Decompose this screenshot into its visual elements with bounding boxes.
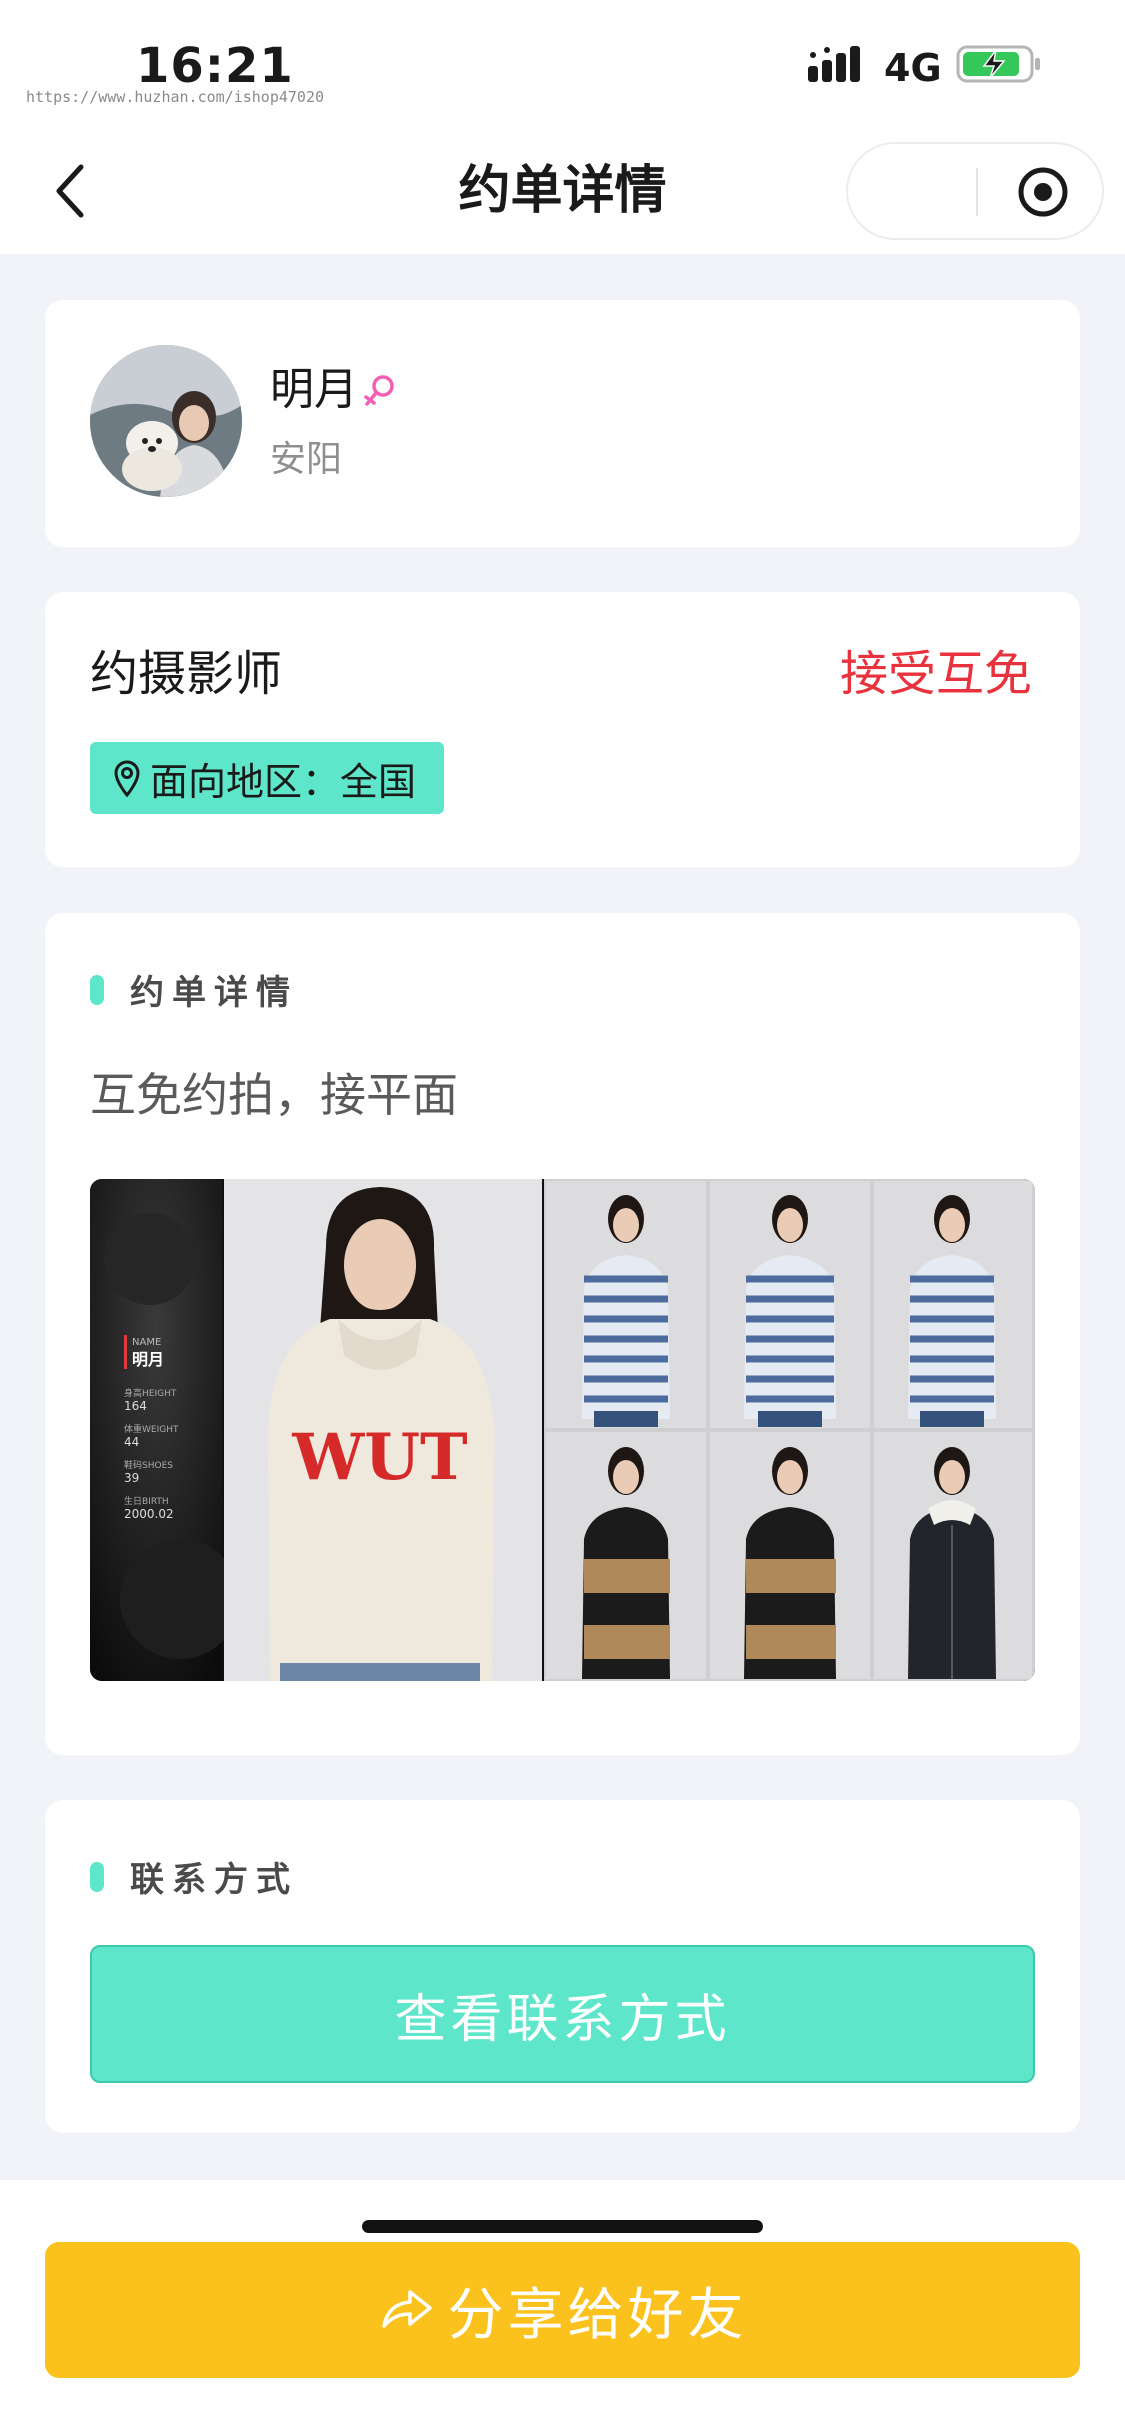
view-contact-button[interactable]: 查看联系方式: [90, 1945, 1035, 2083]
map-pin-icon: [114, 760, 140, 798]
composite-photo: NAME 明月 身高HEIGHT 164 体重WEIGHT 44 鞋码SHOES…: [90, 1179, 1035, 1681]
contact-card: 联系方式 查看联系方式: [45, 1800, 1080, 2133]
detail-section-title: 约单详情: [130, 973, 298, 1013]
watermark-url: https://www.huzhan.com/ishop47020: [26, 88, 325, 106]
composite-stat-value: 39: [124, 1471, 139, 1485]
home-indicator[interactable]: [362, 2220, 763, 2233]
order-type-card: 约摄影师 接受互免 面向地区：全国: [45, 592, 1080, 867]
miniprogram-capsule: [846, 142, 1104, 240]
contact-section-header: 联系方式: [90, 1852, 298, 1901]
bottom-action-bar: 分享给好友: [0, 2180, 1125, 2436]
share-arrow-icon: [381, 2290, 432, 2328]
record-icon[interactable]: [1016, 165, 1070, 219]
profile-card[interactable]: 明月 安阳: [45, 300, 1080, 547]
composite-name-label: NAME: [132, 1337, 161, 1348]
avatar-photo: [90, 345, 242, 497]
user-name: 明月: [270, 364, 358, 415]
area-label: 面向地区：全国: [150, 759, 417, 804]
capsule-divider: [976, 168, 978, 216]
order-status-label: 接受互免: [839, 646, 1032, 702]
nav-bar: 约单详情: [0, 130, 1125, 254]
section-marker: [90, 974, 104, 1005]
status-time: 16:21: [136, 38, 294, 94]
composite-stat-value: 2000.02: [124, 1507, 174, 1521]
composite-stat-label: 生日BIRTH: [124, 1495, 169, 1507]
composite-stat-value: 44: [124, 1435, 139, 1449]
model-composite-image[interactable]: NAME 明月 身高HEIGHT 164 体重WEIGHT 44 鞋码SHOES…: [90, 1179, 1035, 1681]
female-icon: [364, 375, 394, 406]
contact-section-title: 联系方式: [130, 1860, 298, 1900]
composite-stat-label: 体重WEIGHT: [124, 1423, 179, 1435]
avatar[interactable]: [90, 345, 242, 497]
detail-description: 互免约拍，接平面: [90, 1068, 458, 1122]
area-tag: 面向地区：全国: [90, 742, 445, 814]
cellular-signal-icon: [808, 46, 860, 82]
composite-stat-label: 身高HEIGHT: [124, 1387, 177, 1399]
composite-name: 明月: [132, 1350, 164, 1369]
share-button[interactable]: 分享给好友: [45, 2242, 1080, 2378]
battery-charging-icon: [956, 45, 1040, 83]
composite-stat-label: 鞋码SHOES: [124, 1459, 173, 1471]
composite-stat-value: 164: [124, 1399, 147, 1413]
status-bar: 16:21 https://www.huzhan.com/ishop47020 …: [0, 0, 1125, 130]
hero-print-text: WUT: [291, 1420, 467, 1495]
user-city: 安阳: [270, 439, 343, 480]
share-button-label: 分享给好友: [447, 2282, 748, 2348]
detail-card: 约单详情 互免约拍，接平面 NAME 明月 身高HEIGHT 164 体重WEI…: [45, 913, 1080, 1755]
network-type: 4G: [884, 46, 942, 90]
order-type-title: 约摄影师: [90, 646, 283, 702]
section-marker: [90, 1861, 104, 1892]
detail-section-header: 约单详情: [90, 965, 298, 1014]
